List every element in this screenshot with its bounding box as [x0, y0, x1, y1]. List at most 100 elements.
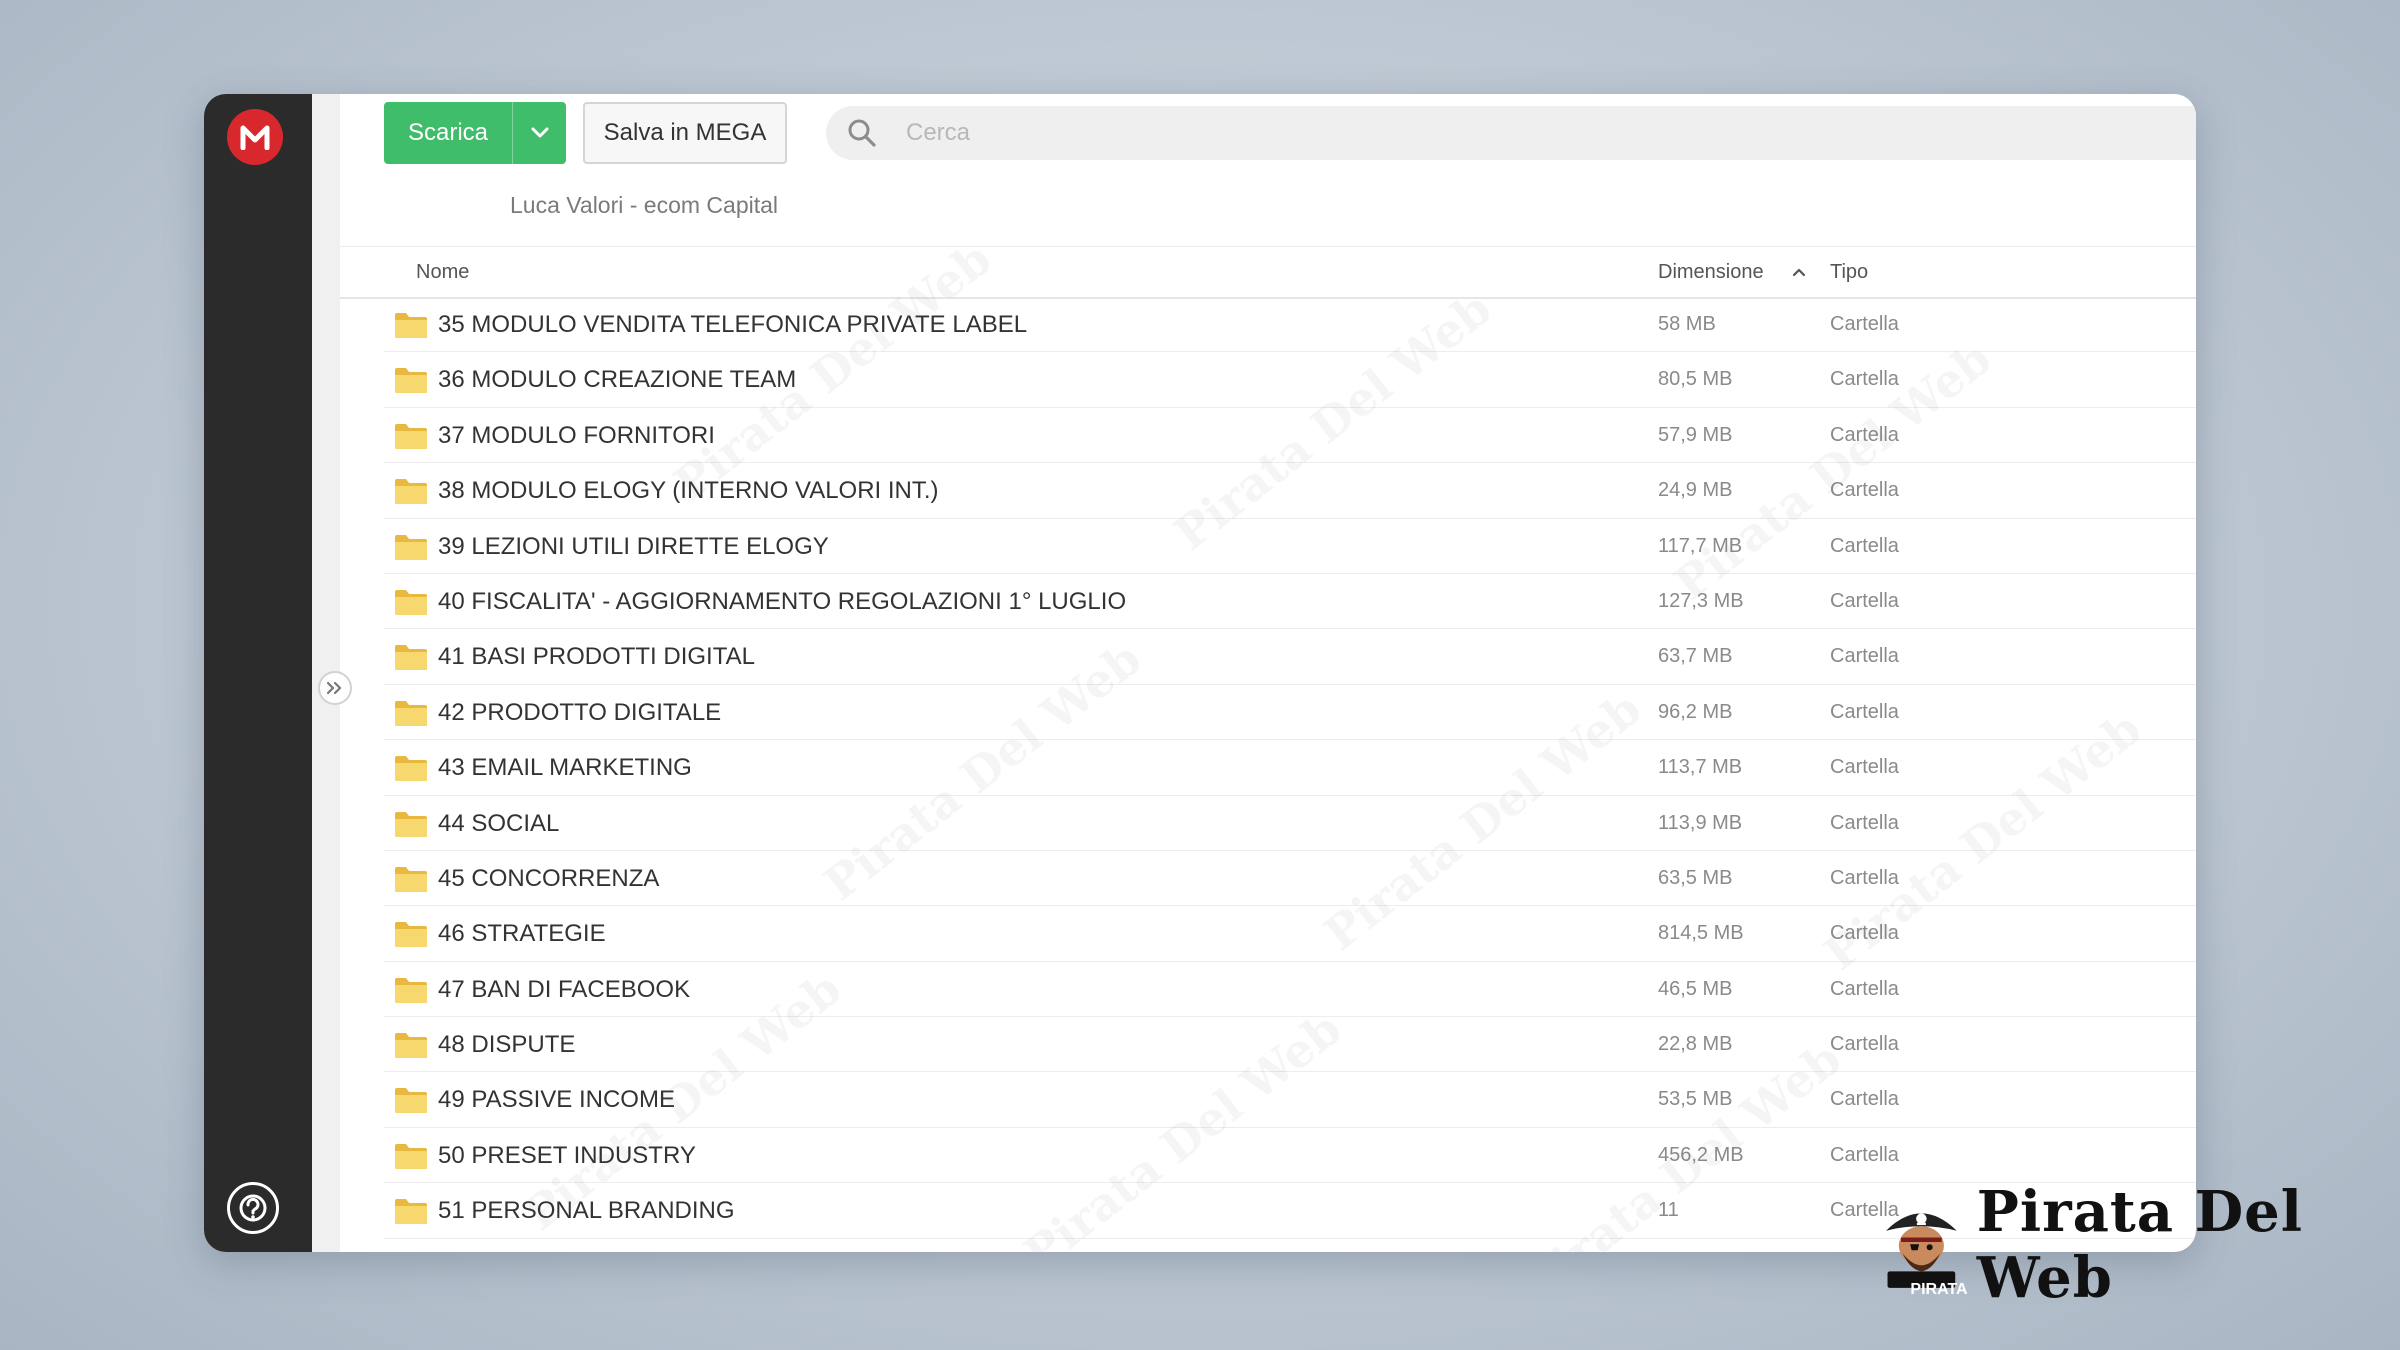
folder-icon [394, 976, 428, 1004]
table-row[interactable]: 39 LEZIONI UTILI DIRETTE ELOGY 117,7 MB Ca… [384, 519, 2196, 574]
table-row[interactable]: 47 BAN DI FACEBOOK 46,5 MB Cartella [384, 962, 2196, 1018]
folder-icon [394, 754, 428, 782]
row-type: Cartella [1830, 811, 1899, 834]
row-name: 43 EMAIL MARKETING [438, 754, 692, 782]
row-name: 45 CONCORRENZA [438, 864, 660, 892]
main-panel: Scarica Salva in MEGA Luca Valori - ecom… [340, 94, 2196, 1252]
column-header-size[interactable]: Dimensione [1658, 261, 1764, 284]
brand-logo: PIRATA Pirata Del Web [1880, 1179, 2340, 1311]
file-list: 35 MODULO VENDITA TELEFONICA PRIVATE LAB… [384, 297, 2196, 1239]
folder-icon [394, 920, 428, 948]
folder-icon [394, 699, 428, 727]
table-row[interactable]: 42 PRODOTTO DIGITALE 96,2 MB Cartella [384, 685, 2196, 741]
help-icon[interactable] [227, 1182, 279, 1234]
table-row[interactable]: 44 SOCIAL 113,9 MB Cartella [384, 796, 2196, 851]
row-name: 50 PRESET INDUSTRY [438, 1141, 696, 1169]
row-name: 46 STRATEGIE [438, 920, 606, 948]
row-name: 41 BASI PRODOTTI DIGITAL [438, 643, 755, 671]
brand-name: Pirata Del Web [1976, 1179, 2304, 1311]
table-row[interactable]: 36 MODULO CREAZIONE TEAM 80,5 MB Cartella [384, 352, 2196, 408]
folder-icon [394, 311, 428, 339]
folder-icon [394, 533, 428, 561]
row-size: 113,9 MB [1658, 811, 1743, 834]
row-type: Cartella [1830, 977, 1899, 1000]
row-name: 47 BAN DI FACEBOOK [438, 975, 691, 1003]
folder-icon [394, 865, 428, 893]
table-row[interactable]: 37 MODULO FORNITORI 57,9 MB Cartella [384, 408, 2196, 464]
download-button-label: Scarica [408, 119, 489, 146]
row-type: Cartella [1830, 756, 1899, 779]
row-size: 53,5 MB [1658, 1088, 1733, 1111]
table-row[interactable]: 35 MODULO VENDITA TELEFONICA PRIVATE LAB… [384, 297, 2196, 353]
table-row[interactable]: 38 MODULO ELOGY (INTERNO VALORI INT.) 24,… [384, 463, 2196, 519]
row-size: 63,5 MB [1658, 866, 1733, 889]
save-to-mega-button[interactable]: Salva in MEGA [583, 102, 787, 164]
search-icon [844, 115, 880, 151]
row-name: 49 PASSIVE INCOME [438, 1086, 675, 1114]
row-size: 11 [1658, 1199, 1679, 1222]
row-size: 127,3 MB [1658, 589, 1744, 612]
row-type: Cartella [1830, 1088, 1899, 1111]
row-type: Cartella [1830, 866, 1899, 889]
column-header-name[interactable]: Nome [416, 261, 469, 284]
table-row[interactable]: 41 BASI PRODOTTI DIGITAL 63,7 MB Cartella [384, 629, 2196, 685]
row-name: 42 PRODOTTO DIGITALE [438, 698, 722, 726]
row-size: 24,9 MB [1658, 479, 1733, 502]
table-row[interactable]: 48 DISPUTE 22,8 MB Cartella [384, 1017, 2196, 1073]
folder-icon [394, 810, 428, 838]
row-type: Cartella [1830, 700, 1899, 723]
row-size: 63,7 MB [1658, 645, 1733, 668]
folder-icon [394, 1086, 428, 1114]
row-size: 96,2 MB [1658, 700, 1733, 723]
table-row[interactable]: 46 STRATEGIE 814,5 MB Cartella [384, 906, 2196, 962]
row-size: 58 MB [1658, 313, 1716, 335]
folder-icon [394, 1142, 428, 1170]
chevron-down-icon[interactable] [513, 127, 566, 139]
row-type: Cartella [1830, 1143, 1899, 1166]
sort-up-icon[interactable] [1790, 263, 1808, 281]
mega-window: Scarica Salva in MEGA Luca Valori - ecom… [204, 94, 2196, 1252]
row-type: Cartella [1830, 313, 1899, 335]
table-header: Nome Dimensione Tipo [340, 246, 2196, 299]
table-row[interactable]: 49 PASSIVE INCOME 53,5 MB Cartella [384, 1072, 2196, 1128]
row-type: Cartella [1830, 479, 1899, 502]
row-name: 38 MODULO ELOGY (INTERNO VALORI INT.) [438, 477, 939, 505]
row-size: 456,2 MB [1658, 1143, 1744, 1166]
row-type: Cartella [1830, 1033, 1899, 1056]
folder-icon [394, 1197, 428, 1225]
row-size: 113,7 MB [1658, 756, 1743, 779]
row-name: 48 DISPUTE [438, 1031, 576, 1059]
row-type: Cartella [1830, 534, 1899, 557]
row-type: Cartella [1830, 922, 1899, 945]
row-size: 22,8 MB [1658, 1033, 1733, 1056]
brand-badge-text: PIRATA [1910, 1281, 1968, 1298]
row-size: 117,7 MB [1658, 534, 1743, 557]
row-size: 80,5 MB [1658, 368, 1733, 391]
row-name: 51 PERSONAL BRANDING [438, 1197, 735, 1225]
folder-icon [394, 1031, 428, 1059]
table-row[interactable]: 43 EMAIL MARKETING 113,7 MB Cartella [384, 740, 2196, 796]
row-size: 814,5 MB [1658, 922, 1744, 945]
row-name: 36 MODULO CREAZIONE TEAM [438, 366, 797, 394]
sidebar [204, 94, 312, 1252]
folder-icon [394, 366, 428, 394]
table-row[interactable]: 45 CONCORRENZA 63,5 MB Cartella [384, 851, 2196, 907]
download-button[interactable]: Scarica [384, 102, 566, 164]
folder-icon [394, 477, 428, 505]
table-row[interactable]: 50 PRESET INDUSTRY 456,2 MB Cartella [384, 1128, 2196, 1184]
row-name: 39 LEZIONI UTILI DIRETTE ELOGY [438, 532, 829, 560]
search-input[interactable] [904, 118, 1508, 148]
row-type: Cartella [1830, 589, 1899, 612]
folder-icon [394, 588, 428, 616]
breadcrumb[interactable]: Luca Valori - ecom Capital [510, 192, 778, 219]
row-size: 57,9 MB [1658, 423, 1733, 446]
mega-logo-icon[interactable] [227, 109, 283, 165]
row-size: 46,5 MB [1658, 977, 1733, 1000]
row-type: Cartella [1830, 423, 1899, 446]
table-row[interactable]: 40 FISCALITA' - AGGIORNAMENTO REGOLAZION… [384, 574, 2196, 630]
search-bar[interactable] [826, 106, 2196, 160]
column-header-type[interactable]: Tipo [1830, 261, 1868, 284]
row-name: 40 FISCALITA' - AGGIORNAMENTO REGOLAZION… [438, 587, 1127, 615]
row-name: 35 MODULO VENDITA TELEFONICA PRIVATE LAB… [438, 311, 1028, 338]
folder-icon [394, 643, 428, 671]
